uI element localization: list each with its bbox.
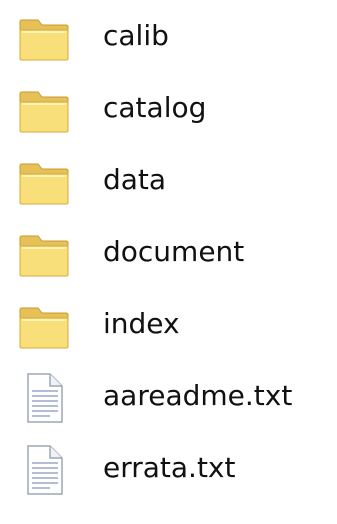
file-name: data [103, 163, 167, 196]
list-item-data[interactable]: data [0, 149, 337, 221]
list-item-errata[interactable]: errata.txt [0, 437, 337, 509]
folder-icon [16, 154, 72, 210]
text-file-icon [16, 442, 72, 498]
file-name: document [103, 235, 245, 268]
file-name: catalog [103, 91, 207, 124]
file-name: index [103, 307, 180, 340]
file-list: calib catalog data document index aaread… [0, 0, 337, 524]
list-item-calib[interactable]: calib [0, 5, 337, 77]
file-name: calib [103, 19, 169, 52]
text-file-icon [16, 370, 72, 426]
folder-icon [16, 226, 72, 282]
list-item-catalog[interactable]: catalog [0, 77, 337, 149]
list-item-aareadme[interactable]: aareadme.txt [0, 365, 337, 437]
file-name: errata.txt [103, 451, 236, 484]
folder-icon [16, 10, 72, 66]
folder-icon [16, 298, 72, 354]
file-name: aareadme.txt [103, 379, 293, 412]
folder-icon [16, 82, 72, 138]
list-item-index[interactable]: index [0, 293, 337, 365]
list-item-document[interactable]: document [0, 221, 337, 293]
